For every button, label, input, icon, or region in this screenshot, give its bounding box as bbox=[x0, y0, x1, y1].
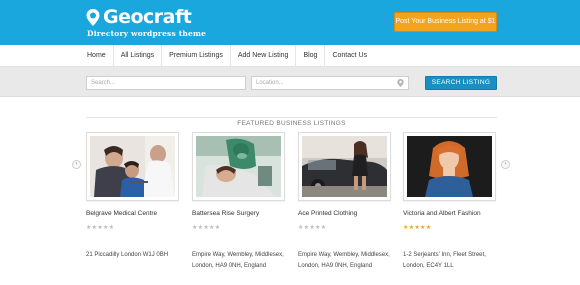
arrow-left-icon[interactable]: ‹ bbox=[72, 160, 81, 169]
listing-thumbnail[interactable] bbox=[86, 132, 179, 201]
featured-heading: FEATURED BUSINESS LISTINGS bbox=[86, 112, 497, 127]
search-bar: Search... Location... SEARCH LISTING bbox=[0, 67, 580, 97]
listing-image bbox=[407, 136, 492, 197]
logo-text: Geocraft bbox=[103, 6, 192, 28]
star-icon: ★★★★★ bbox=[403, 225, 432, 231]
listing-title[interactable]: Belgrave Medical Centre bbox=[86, 210, 157, 217]
header: Geocraft Directory wordpress theme Post … bbox=[0, 0, 580, 45]
map-marker-icon bbox=[397, 79, 404, 87]
star-icon: ★★★★★ bbox=[192, 225, 221, 231]
star-icon: ★★★★★ bbox=[86, 225, 115, 231]
post-listing-button[interactable]: Post Your Business Listing at $1 bbox=[394, 12, 497, 32]
listing-card[interactable]: Belgrave Medical Centre ★★★★★ 21 Piccadi… bbox=[86, 132, 179, 258]
listing-address: Empire Way, Wembley, Middlesex, London, … bbox=[192, 252, 284, 269]
main-nav: Home All Listings Premium Listings Add N… bbox=[0, 45, 580, 67]
nav-item-add-new-listing[interactable]: Add New Listing bbox=[231, 45, 297, 67]
listing-address: 1-2 Serjeants' Inn, Fleet Street, London… bbox=[403, 252, 486, 269]
listing-address: 21 Piccadilly London W1J 0BH bbox=[86, 252, 169, 258]
tagline: Directory wordpress theme bbox=[87, 29, 207, 38]
listing-address: Empire Way, Wembley, Middlesex, London, … bbox=[298, 252, 390, 269]
search-input[interactable]: Search... bbox=[86, 76, 246, 90]
listing-thumbnail[interactable] bbox=[298, 132, 391, 201]
nav-item-contact-us[interactable]: Contact Us bbox=[325, 45, 374, 67]
logo[interactable]: Geocraft bbox=[86, 6, 192, 28]
listing-card[interactable]: Battersea Rise Surgery ★★★★★ Empire Way,… bbox=[192, 132, 285, 269]
listing-title[interactable]: Battersea Rise Surgery bbox=[192, 210, 259, 217]
location-input[interactable]: Location... bbox=[251, 76, 409, 90]
nav-item-home[interactable]: Home bbox=[80, 45, 114, 67]
location-pin-icon bbox=[86, 8, 100, 26]
featured-title: FEATURED BUSINESS LISTINGS bbox=[232, 120, 351, 127]
listing-title[interactable]: Victoria and Albert Fashion bbox=[403, 210, 481, 217]
arrow-right-icon[interactable]: › bbox=[501, 160, 510, 169]
nav-item-premium-listings[interactable]: Premium Listings bbox=[162, 45, 231, 67]
listing-card[interactable]: Ace Printed Clothing ★★★★★ Empire Way, W… bbox=[298, 132, 391, 269]
divider bbox=[86, 117, 497, 118]
search-listing-button[interactable]: SEARCH LISTING bbox=[425, 76, 497, 90]
listing-image bbox=[90, 136, 175, 197]
nav-item-all-listings[interactable]: All Listings bbox=[114, 45, 163, 67]
listing-image bbox=[302, 136, 387, 197]
listing-thumbnail[interactable] bbox=[403, 132, 496, 201]
listing-image bbox=[196, 136, 281, 197]
listing-title[interactable]: Ace Printed Clothing bbox=[298, 210, 357, 217]
star-icon: ★★★★★ bbox=[298, 225, 327, 231]
location-placeholder: Location... bbox=[256, 80, 284, 86]
nav-item-blog[interactable]: Blog bbox=[296, 45, 326, 67]
listing-thumbnail[interactable] bbox=[192, 132, 285, 201]
listing-card[interactable]: Victoria and Albert Fashion ★★★★★ 1-2 Se… bbox=[403, 132, 496, 269]
